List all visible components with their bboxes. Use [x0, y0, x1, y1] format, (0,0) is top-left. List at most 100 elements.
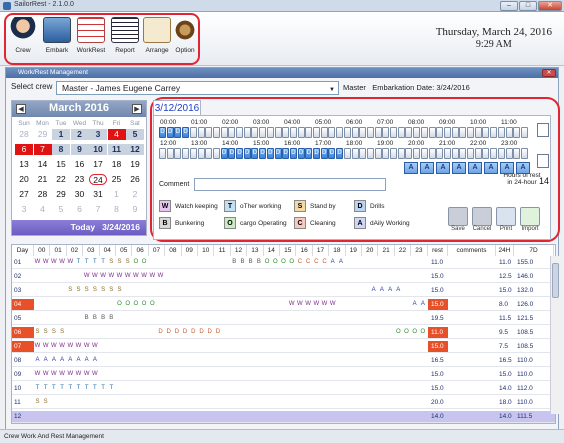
pm-slot[interactable] — [482, 148, 490, 159]
work-cell[interactable]: W — [83, 271, 90, 282]
pm-slot[interactable]: D — [282, 148, 290, 159]
am-slot[interactable] — [428, 127, 436, 138]
work-cell[interactable]: D — [206, 327, 213, 338]
pm-slot[interactable] — [166, 148, 174, 159]
pm-slot[interactable]: D — [289, 148, 297, 159]
pm-slot[interactable] — [374, 148, 382, 159]
work-cell[interactable]: B — [83, 313, 90, 324]
work-cell[interactable]: W — [83, 369, 90, 380]
work-cell[interactable]: W — [50, 369, 57, 380]
work-cell[interactable]: O — [116, 299, 123, 310]
work-cell[interactable]: W — [321, 299, 328, 310]
work-cell[interactable]: W — [42, 341, 49, 352]
legend-code-c[interactable]: C — [294, 217, 306, 229]
work-cell[interactable]: C — [313, 257, 320, 268]
pm-slot[interactable] — [420, 148, 428, 159]
work-cell[interactable]: D — [214, 327, 221, 338]
calendar-day[interactable]: 4 — [107, 129, 126, 140]
table-row[interactable]: 12 14.0 14.0 111.5 — [12, 411, 555, 423]
work-cell[interactable]: W — [329, 299, 336, 310]
pm-slot[interactable] — [459, 148, 467, 159]
work-cell[interactable]: D — [182, 327, 189, 338]
work-cell[interactable]: O — [403, 327, 410, 338]
pm-slot[interactable] — [343, 148, 351, 159]
work-cell[interactable]: A — [419, 299, 426, 310]
embark-button[interactable]: Embark — [40, 15, 74, 63]
am-slot[interactable] — [251, 127, 259, 138]
work-cell[interactable]: T — [100, 257, 107, 268]
calendar-day[interactable]: 9 — [126, 204, 144, 215]
calendar-day[interactable]: 9 — [70, 144, 89, 155]
pm-slot[interactable]: D — [228, 148, 236, 159]
work-cell[interactable]: B — [247, 257, 254, 268]
pm-slot[interactable]: D — [336, 148, 344, 159]
calendar-day[interactable]: 12 — [126, 144, 144, 155]
pm-slot[interactable] — [382, 148, 390, 159]
am-slot[interactable] — [420, 127, 428, 138]
pm-slot[interactable]: D — [236, 148, 243, 159]
work-cell[interactable]: S — [100, 285, 107, 296]
am-slot[interactable] — [474, 127, 482, 138]
action-print-button[interactable]: Print — [495, 207, 517, 235]
work-cell[interactable]: O — [411, 327, 418, 338]
work-cell[interactable]: D — [157, 327, 164, 338]
calendar-day[interactable]: 13 — [15, 159, 33, 170]
daily-working-slot[interactable]: A — [420, 162, 434, 174]
am-slot[interactable] — [351, 127, 359, 138]
schedule-date-tab[interactable]: 3/12/2016 — [153, 100, 201, 116]
work-cell[interactable]: T — [34, 383, 41, 394]
daily-working-slot[interactable]: A — [500, 162, 514, 174]
work-cell[interactable]: S — [34, 397, 41, 408]
work-cell[interactable]: W — [59, 257, 66, 268]
am-slot[interactable] — [413, 127, 421, 138]
work-cell[interactable]: T — [50, 383, 57, 394]
calendar-day[interactable]: 27 — [15, 189, 33, 200]
am-slot[interactable] — [397, 127, 405, 138]
work-cell[interactable]: A — [395, 285, 402, 296]
am-slot[interactable] — [482, 127, 490, 138]
am-slot[interactable] — [259, 127, 267, 138]
calendar-day[interactable]: 22 — [52, 174, 70, 185]
work-cell[interactable]: W — [305, 299, 312, 310]
calendar-day[interactable]: 11 — [107, 144, 126, 155]
calendar-day[interactable]: 17 — [89, 159, 107, 170]
am-slot[interactable] — [320, 127, 328, 138]
calendar-day[interactable]: 7 — [89, 204, 107, 215]
pm-slot[interactable] — [428, 148, 436, 159]
work-cell[interactable]: A — [75, 355, 82, 366]
work-cell[interactable]: W — [288, 299, 295, 310]
table-row[interactable]: 05 B B B B 19.5 11.5 121.5 — [12, 313, 555, 325]
am-slot[interactable] — [451, 127, 459, 138]
next-month-button[interactable]: ▶ — [132, 104, 142, 114]
work-cell[interactable]: A — [411, 299, 418, 310]
work-cell[interactable]: A — [329, 257, 336, 268]
work-cell[interactable]: D — [198, 327, 205, 338]
crew-select[interactable]: Master - James Eugene Carrey ▼ — [56, 81, 339, 95]
pm-slot[interactable]: D — [297, 148, 305, 159]
pm-slot[interactable] — [159, 148, 166, 159]
work-cell[interactable]: A — [83, 355, 90, 366]
option-button[interactable]: Option — [168, 15, 202, 63]
am-slot[interactable] — [282, 127, 290, 138]
work-cell[interactable]: S — [124, 257, 131, 268]
action-import-button[interactable]: Import — [519, 207, 541, 235]
am-slot[interactable]: D — [182, 127, 190, 138]
pm-slot[interactable]: D — [313, 148, 320, 159]
work-cell[interactable]: S — [59, 327, 66, 338]
daily-working-slot[interactable]: A — [484, 162, 498, 174]
work-cell[interactable]: A — [42, 355, 49, 366]
work-cell[interactable]: S — [108, 285, 115, 296]
work-cell[interactable]: O — [419, 327, 426, 338]
work-cell[interactable]: O — [132, 299, 139, 310]
pm-slot[interactable] — [474, 148, 482, 159]
pm-slot[interactable] — [436, 148, 444, 159]
am-slot[interactable] — [520, 127, 528, 138]
calendar-day[interactable]: 28 — [15, 129, 33, 140]
calendar-day[interactable]: 8 — [108, 204, 126, 215]
calendar-day[interactable]: 5 — [52, 204, 70, 215]
work-cell[interactable]: W — [108, 271, 115, 282]
pm-slot[interactable]: D — [328, 148, 336, 159]
work-cell[interactable]: A — [59, 355, 66, 366]
calendar-day[interactable]: 2 — [126, 189, 144, 200]
legend-code-o[interactable]: O — [224, 217, 236, 229]
